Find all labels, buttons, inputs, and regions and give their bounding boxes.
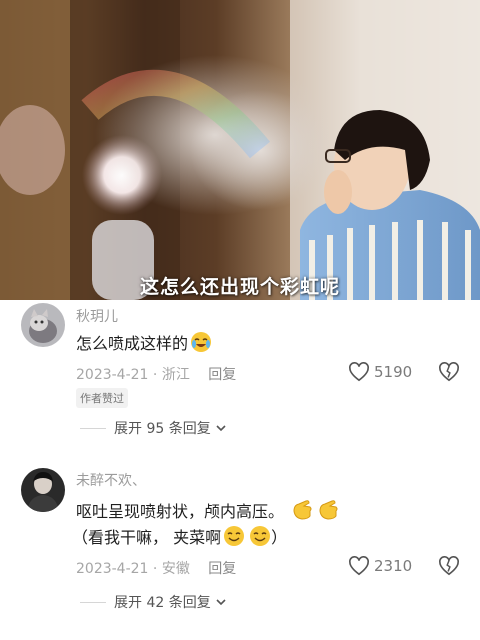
comment-location: 安徽 xyxy=(161,561,190,577)
expand-replies-button[interactable]: 展开 42 条回复 xyxy=(80,592,228,612)
comment-text-body: 怎么喷成这样的 xyxy=(76,334,189,353)
pointing-hand-emoji-icon xyxy=(290,497,314,527)
dislike-button[interactable] xyxy=(438,556,460,580)
reply-button[interactable]: 回复 xyxy=(208,367,236,383)
expand-replies-label: 展开 95 条回复 xyxy=(114,421,211,437)
comment-item: 未醉不欢、 呕吐呈现喷射状，颅内高压。 （看我干嘛， 夹菜啊 ） 2023-4-… xyxy=(0,466,480,640)
author-liked-badge: 作者赞过 xyxy=(76,388,128,408)
comment-text-suffix: ） xyxy=(271,528,288,547)
comment-meta: 2023-4-21 · 浙江 回复 xyxy=(76,364,236,384)
broken-heart-icon xyxy=(439,362,459,382)
comment-text-body-2: （看我干嘛， 夹菜啊 xyxy=(72,528,222,547)
comment-text-line2: （看我干嘛， 夹菜啊 ） xyxy=(72,525,287,553)
chevron-down-icon xyxy=(216,425,226,432)
person-avatar[interactable] xyxy=(21,468,65,512)
comment-separator: · xyxy=(152,561,158,577)
expand-replies-button[interactable]: 展开 95 条回复 xyxy=(80,418,228,438)
heart-outline-icon xyxy=(349,362,369,382)
divider-dash xyxy=(80,427,106,429)
pointing-hand-emoji-icon xyxy=(316,497,340,527)
smile-emoji-icon xyxy=(223,525,245,553)
reply-button[interactable]: 回复 xyxy=(208,561,236,577)
smile-emoji-icon xyxy=(249,525,271,553)
dislike-button[interactable] xyxy=(438,362,460,386)
comment-item: 秋玥儿 怎么喷成这样的 2023-4-21 · 浙江 回复 5190 作者赞过 … xyxy=(0,300,480,450)
crying-laughing-emoji-icon xyxy=(190,331,212,359)
comment-date: 2023-4-21 xyxy=(76,561,149,577)
comment-meta: 2023-4-21 · 安徽 回复 xyxy=(76,558,236,578)
broken-heart-icon xyxy=(439,556,459,576)
divider-dash xyxy=(80,601,106,603)
video-frame[interactable]: 这怎么还出现个彩虹呢 xyxy=(0,0,480,300)
comment-text-line1: 呕吐呈现喷射状，颅内高压。 xyxy=(76,497,340,527)
like-button[interactable]: 5190 xyxy=(348,362,412,382)
comment-text: 怎么喷成这样的 xyxy=(76,331,212,359)
comment-separator: · xyxy=(152,367,158,383)
video-image xyxy=(0,0,480,300)
comment-location: 浙江 xyxy=(161,367,190,383)
chevron-down-icon xyxy=(216,599,226,606)
comment-date: 2023-4-21 xyxy=(76,367,149,383)
like-button[interactable]: 2310 xyxy=(348,556,412,576)
expand-replies-label: 展开 42 条回复 xyxy=(114,595,211,611)
video-caption: 这怎么还出现个彩虹呢 xyxy=(139,276,340,298)
like-count: 2310 xyxy=(374,557,413,575)
cat-avatar[interactable] xyxy=(21,303,65,347)
like-count: 5190 xyxy=(374,363,413,381)
comment-username[interactable]: 未醉不欢、 xyxy=(76,470,146,490)
heart-outline-icon xyxy=(349,556,369,576)
comment-username[interactable]: 秋玥儿 xyxy=(76,306,118,326)
comment-text-body: 呕吐呈现喷射状，颅内高压。 xyxy=(76,502,285,521)
